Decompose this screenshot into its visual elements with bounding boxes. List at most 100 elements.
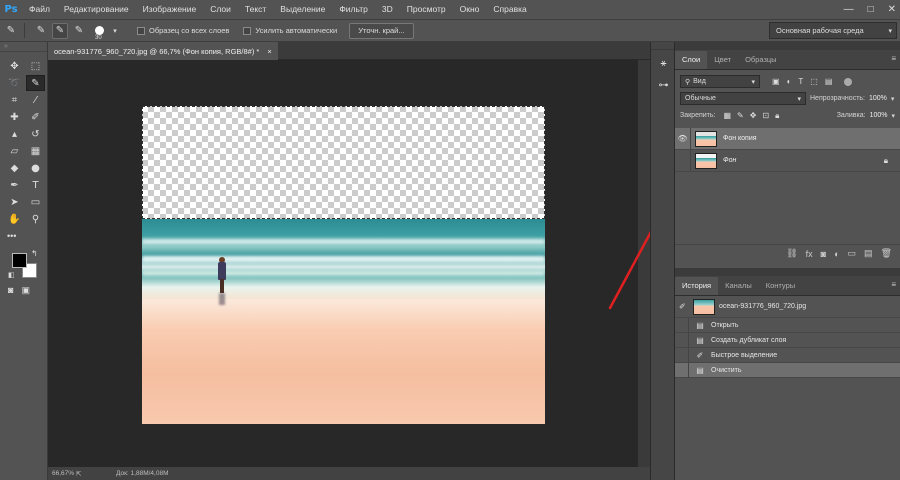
link-layers-icon[interactable]: ⛓ [786, 248, 797, 259]
panel-grip[interactable]: » [0, 42, 47, 52]
panel-grip[interactable] [651, 42, 674, 50]
filter-toggle[interactable] [844, 77, 853, 86]
history-step[interactable]: ▤ Открыть [675, 317, 900, 333]
share-icon[interactable]: ⇱ [76, 470, 94, 478]
screen-mode-icon[interactable]: ▣ [21, 285, 30, 296]
history-source-box[interactable] [675, 362, 689, 378]
lock-transparent-icon[interactable]: ▦ [723, 111, 731, 121]
layer-filter-select[interactable]: ⚲ Вид ▾ [680, 75, 760, 88]
chevron-down-icon[interactable]: ▾ [891, 112, 895, 120]
menu-window[interactable]: Окно [453, 0, 487, 19]
history-step[interactable]: ✐ Быстрое выделение [675, 347, 900, 363]
document-image[interactable] [142, 106, 545, 424]
eyedropper-tool-icon[interactable]: ⁄ [26, 92, 45, 108]
pixel-filter-icon[interactable]: ▣ [772, 77, 780, 86]
menu-3d[interactable]: 3D [375, 0, 400, 19]
workspace-select[interactable]: Основная рабочая среда ▾ [769, 22, 897, 39]
minimize-button[interactable]: — [844, 4, 854, 15]
smart-object-filter-icon[interactable]: ▤ [825, 77, 833, 86]
zoom-level[interactable]: 66,67% [48, 470, 76, 477]
close-window-button[interactable]: ✕ [888, 4, 896, 15]
type-filter-icon[interactable]: T [798, 77, 803, 86]
lock-position-icon[interactable]: ✥ [750, 111, 757, 121]
checkbox-box[interactable] [137, 26, 145, 35]
menu-layers[interactable]: Слои [203, 0, 238, 19]
brush-tool-icon[interactable]: ✐ [26, 109, 45, 125]
brush-picker[interactable]: 30 [95, 26, 104, 41]
crop-tool-icon[interactable]: ⌗ [5, 92, 24, 108]
tab-history[interactable]: История [675, 277, 719, 295]
tab-paths[interactable]: Контуры [759, 277, 802, 295]
tab-swatches[interactable]: Образцы [738, 51, 784, 69]
tab-channels[interactable]: Каналы [718, 277, 759, 295]
history-brush-source-icon[interactable]: ✐ [679, 302, 693, 311]
quick-mask-icon[interactable]: ◙ [8, 285, 13, 296]
history-snapshot[interactable]: ✐ ocean-931776_960_720.jpg [675, 296, 900, 318]
menu-image[interactable]: Изображение [136, 0, 204, 19]
menu-select[interactable]: Выделение [273, 0, 332, 19]
collapse-bar[interactable] [675, 42, 900, 50]
swap-colors-icon[interactable]: ↰ [31, 249, 38, 258]
new-selection-icon[interactable]: ✎ [33, 23, 49, 39]
zoom-tool-icon[interactable]: ⚲ [26, 211, 45, 227]
menu-help[interactable]: Справка [486, 0, 533, 19]
subtract-selection-icon[interactable]: ✎ [71, 23, 87, 39]
clone-stamp-icon[interactable]: ▴ [5, 126, 24, 142]
menu-edit[interactable]: Редактирование [57, 0, 136, 19]
type-tool-icon[interactable]: T [26, 177, 45, 193]
shape-tool-icon[interactable]: ▭ [26, 194, 45, 210]
history-step[interactable]: ▤ Создать дубликат слоя [675, 332, 900, 348]
tab-layers[interactable]: Слои [675, 51, 708, 69]
trash-icon[interactable]: 🗑︎ [881, 248, 892, 259]
layer-style-icon[interactable]: fx [806, 249, 813, 259]
new-group-icon[interactable]: ▭ [848, 248, 857, 259]
sample-all-layers-checkbox[interactable]: Образец со всех слоев [137, 26, 229, 35]
blend-mode-select[interactable]: Обычные ▾ [680, 92, 806, 105]
layer-row[interactable]: 👁︎ Фон копия [675, 127, 900, 150]
maximize-button[interactable]: □ [868, 4, 874, 15]
panel-menu-icon[interactable]: ≡ [891, 280, 896, 289]
menu-file[interactable]: Файл [22, 0, 57, 19]
move-tool-icon[interactable]: ✥ [5, 58, 24, 74]
collapse-bar[interactable] [675, 268, 900, 276]
menu-type[interactable]: Текст [238, 0, 273, 19]
lock-image-icon[interactable]: ✎ [737, 111, 744, 121]
healing-brush-icon[interactable]: ✚ [5, 109, 24, 125]
new-layer-icon[interactable]: ▤ [864, 248, 873, 259]
brush-preset-icon[interactable]: ⚹ [651, 54, 676, 72]
shape-filter-icon[interactable]: ⬚ [810, 77, 818, 86]
panel-menu-icon[interactable]: ≡ [891, 54, 896, 63]
menu-filter[interactable]: Фильтр [332, 0, 375, 19]
document-tab[interactable]: ocean-931776_960_720.jpg @ 66,7% (Фон ко… [48, 42, 278, 60]
pen-tool-icon[interactable]: ✒ [5, 177, 24, 193]
add-mask-icon[interactable]: ◙ [821, 249, 826, 259]
lock-artboard-icon[interactable]: ⊡ [762, 111, 769, 121]
adjustment-layer-icon[interactable]: ◐ [834, 249, 839, 259]
default-colors-icon[interactable]: ◧ [8, 271, 15, 279]
history-source-box[interactable] [675, 332, 689, 348]
path-selection-icon[interactable]: ➤ [5, 194, 24, 210]
vertical-scrollbar[interactable] [638, 60, 650, 467]
brush-dropdown-icon[interactable]: ▾ [107, 23, 123, 39]
history-source-box[interactable] [675, 347, 689, 363]
fill-value[interactable]: 100% [870, 112, 888, 119]
more-tools-icon[interactable]: ••• [0, 227, 47, 245]
history-brush-icon[interactable]: ↺ [26, 126, 45, 142]
add-to-selection-icon[interactable]: ✎ [52, 22, 68, 39]
quick-selection-tool-icon[interactable]: ✎ [26, 75, 45, 91]
dodge-tool-icon[interactable]: ● [26, 160, 45, 176]
refine-edge-button[interactable]: Уточн. край... [349, 22, 414, 39]
foreground-color-swatch[interactable] [12, 253, 27, 268]
chevron-down-icon[interactable]: ▾ [891, 95, 895, 103]
tool-preset-icon[interactable]: ✎ [3, 23, 19, 39]
lasso-tool-icon[interactable]: ➰ [5, 75, 24, 91]
layer-row[interactable]: 👁︎ Фон 🔒︎ [675, 149, 900, 172]
history-source-box[interactable] [675, 317, 689, 333]
visibility-toggle[interactable]: 👁︎ [675, 127, 691, 150]
history-step[interactable]: ▤ Очистить [675, 362, 900, 378]
auto-enhance-checkbox[interactable]: Усилить автоматически [243, 26, 337, 35]
eraser-tool-icon[interactable]: ▱ [5, 143, 24, 159]
blur-tool-icon[interactable]: ◆ [5, 160, 24, 176]
marquee-tool-icon[interactable]: ⬚ [26, 58, 45, 74]
close-tab-icon[interactable]: × [267, 47, 271, 56]
